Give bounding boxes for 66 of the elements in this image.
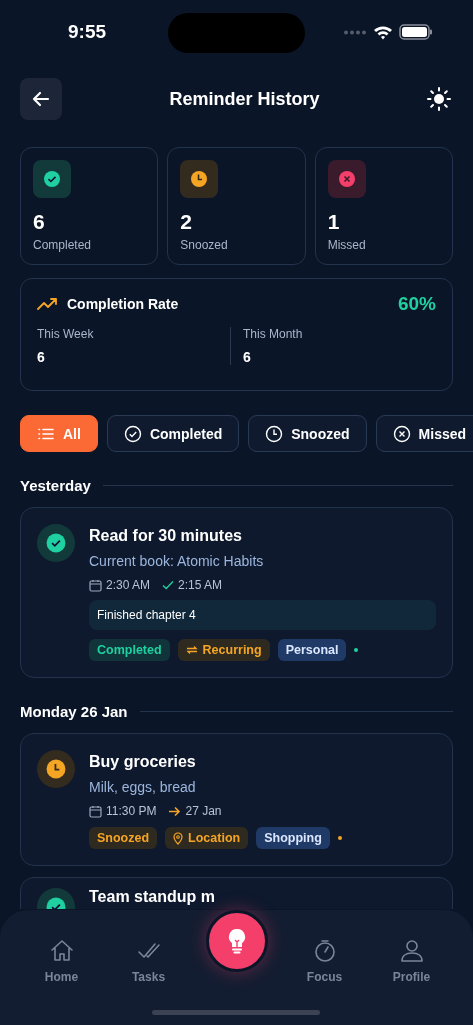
tag: Shopping xyxy=(256,827,330,849)
calendar-icon xyxy=(89,804,102,818)
check-circle-icon xyxy=(123,424,142,443)
check-icon xyxy=(37,524,75,562)
tag: Recurring xyxy=(177,639,270,661)
stat-count: 6 xyxy=(33,210,46,234)
reminder-card[interactable]: Buy groceries Milk, eggs, bread 11:30 PM 27 Jan Snoozed Location Shopping xyxy=(20,733,453,866)
stat-count: 1 xyxy=(327,210,341,234)
tag: Snoozed xyxy=(89,827,158,849)
period-value: 6 xyxy=(243,349,252,365)
back-button[interactable] xyxy=(20,78,62,120)
sun-icon[interactable] xyxy=(427,87,451,111)
stat-count: 2 xyxy=(180,210,193,234)
cross-circle-icon xyxy=(392,424,411,443)
period-label: This Week xyxy=(37,327,95,341)
section-heading: Monday 26 Jan xyxy=(20,703,128,720)
reminder-title: Team standup m xyxy=(89,888,216,906)
page-title: Reminder History xyxy=(169,88,320,110)
tag: Location xyxy=(165,827,249,849)
filter-chip[interactable]: Completed xyxy=(106,415,240,452)
battery-icon xyxy=(399,24,433,40)
check-icon xyxy=(33,160,71,198)
reminder-description: Milk, eggs, bread xyxy=(89,779,197,795)
calendar-icon xyxy=(89,578,102,592)
repeat-icon xyxy=(185,645,198,655)
card-title: Completion Rate xyxy=(67,296,180,312)
location-pin-icon xyxy=(173,831,184,845)
reminder-title: Buy groceries xyxy=(89,753,197,771)
wifi-icon xyxy=(373,24,393,40)
trend-icon xyxy=(37,297,59,311)
tag: Personal xyxy=(277,639,347,661)
reminder-title: Read for 30 minutes xyxy=(89,527,243,545)
outcome-time: 27 Jan xyxy=(185,804,222,818)
clock-icon xyxy=(37,750,75,788)
reminder-description: Current book: Atomic Habits xyxy=(89,553,265,569)
reminder-card[interactable]: Read for 30 minutes Current book: Atomic Habits 2:30 AM 2:15 AM Finished chapter 4 Completed Recurring Personal xyxy=(20,507,453,678)
nav-tab[interactable]: Home xyxy=(31,938,92,986)
outcome-time: 2:15 AM xyxy=(178,578,223,592)
nav-tab[interactable]: Tasks xyxy=(118,938,179,986)
cross-icon xyxy=(327,160,366,198)
scheduled-time: 11:30 PM xyxy=(106,804,157,818)
stat-label: Snoozed xyxy=(180,238,229,252)
back-arrow-icon xyxy=(31,89,51,109)
arrow-icon xyxy=(168,805,182,817)
home-icon xyxy=(48,938,75,964)
completion-rate: 60% xyxy=(397,293,436,315)
filter-chip[interactable]: Snoozed xyxy=(248,415,367,452)
stat-label: Missed xyxy=(327,238,367,252)
check-icon xyxy=(162,580,175,590)
person-icon xyxy=(398,938,425,964)
stat-label: Completed xyxy=(33,238,93,252)
status-time: 9:55 xyxy=(68,21,107,43)
clock-icon xyxy=(265,424,284,443)
signal-icon xyxy=(343,29,367,35)
filter-chip[interactable]: Missed xyxy=(375,415,473,452)
lightbulb-button[interactable] xyxy=(205,910,268,972)
reminder-card[interactable]: Team standup m xyxy=(20,877,453,909)
nav-tab[interactable]: Profile xyxy=(381,938,442,986)
nav-tab[interactable]: Focus xyxy=(294,938,355,986)
tag: Completed xyxy=(89,639,170,661)
period-label: This Month xyxy=(243,327,304,341)
section-heading: Yesterday xyxy=(20,477,91,494)
period-value: 6 xyxy=(37,349,46,365)
clock-icon xyxy=(180,160,219,198)
reminder-note: Finished chapter 4 xyxy=(89,600,436,630)
scheduled-time: 2:30 AM xyxy=(106,578,151,592)
